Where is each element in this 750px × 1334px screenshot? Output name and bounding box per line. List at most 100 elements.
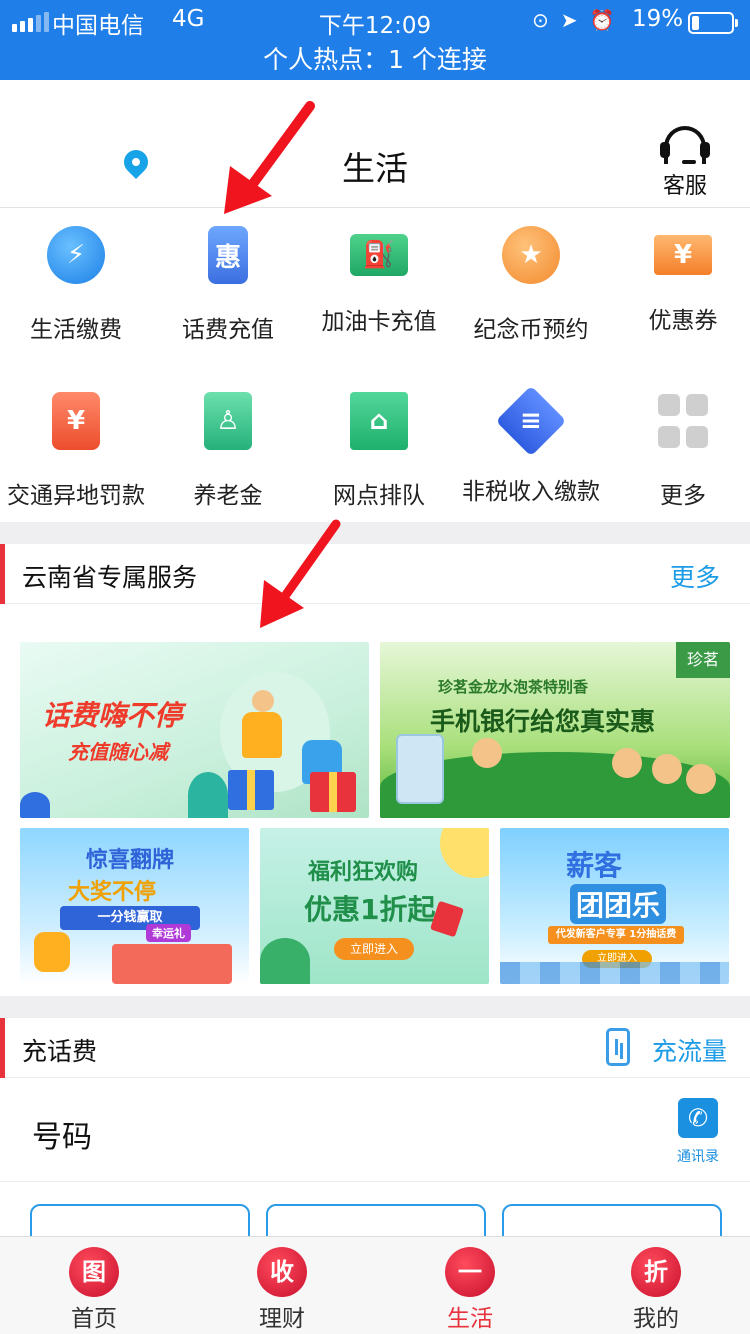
section-title: 云南省专属服务 [22,563,198,592]
sun-decoration [440,828,489,878]
service-traffic-fine[interactable]: ¥ 交通异地罚款 [0,392,152,510]
service-label: 生活缴费 [30,317,122,343]
banner-title: 薪客 [566,849,623,882]
recharge-section-header: 充话费 [0,1018,750,1078]
traffic-light-icon: ¥ [52,392,100,450]
banner-title: 手机银行给您真实惠 [430,707,656,736]
tab-home[interactable]: 图 首页 [34,1247,154,1333]
banner-phone-bill[interactable]: 话费嗨不停 充值随心减 [20,642,369,818]
person-figure [612,748,642,778]
gift-box [228,770,274,810]
tab-label: 生活 [447,1306,493,1332]
tab-mine[interactable]: 折 我的 [596,1247,716,1333]
service-more[interactable]: 更多 [607,392,750,510]
service-label: 非税收入缴款 [462,479,600,505]
enter-now-button[interactable]: 立即进入 [334,938,414,960]
customer-service-button[interactable]: 客服 [650,124,720,200]
tab-label: 理财 [259,1306,305,1332]
banner-title: 话费嗨不停 [42,699,183,732]
banner-badge: 幸运礼 [146,924,191,942]
service-coupons[interactable]: ¥ 优惠券 [607,226,750,335]
pension-icon: ♙ [204,392,252,450]
contacts-button[interactable]: ✆ 通讯录 [668,1098,728,1166]
customer-service-label: 客服 [662,174,707,199]
water-bottle [396,734,444,804]
person-figure [686,764,716,794]
status-bar: 中国电信 4G 下午12:09 ⊙ ➤ ⏰ 19% 个人热点：1 个连接 [0,0,750,80]
hotspot-banner[interactable]: 个人热点：1 个连接 [0,40,750,76]
service-phone-recharge[interactable]: 惠 话费充值 [152,226,304,344]
tab-label: 首页 [71,1306,117,1332]
headset-icon [660,124,710,164]
service-label: 话费充值 [182,317,274,343]
section-divider [0,996,750,1018]
home-icon: 图 [69,1247,119,1297]
person-figure [472,738,502,768]
service-non-tax-payment[interactable]: ≡ 非税收入缴款 [455,385,607,506]
annotation-arrow [224,101,315,214]
tax-icon: ≡ [495,385,567,457]
fuel-card-icon: ⛽ [350,234,408,276]
phone-coupon-icon: 惠 [208,226,248,284]
service-pension[interactable]: ♙ 养老金 [152,392,304,510]
banner-ribbon: 代发新客户专享 1分抽话费 [548,926,684,944]
banner-title-line2: 大奖不停 [68,880,157,905]
person-figure [34,932,70,972]
rotation-lock-icon: ⊙ [532,8,549,32]
person-figure [252,690,274,712]
service-branch-queue[interactable]: ⌂ 网点排队 [303,392,455,510]
star-coin-icon: ★ [502,226,560,284]
more-grid-icon [658,392,708,450]
province-section-header: 云南省专属服务 更多 [0,544,750,604]
gift-box [310,772,356,812]
contacts-label: 通讯录 [677,1149,719,1165]
tab-wealth[interactable]: 收 理财 [222,1247,342,1333]
lightning-icon: ⚡ [47,226,105,284]
banner-new-customer[interactable]: 薪客 团团乐 代发新客户专享 1分抽话费 立即进入 [500,828,729,984]
bank-branch-icon: ⌂ [350,392,408,450]
banner-title: 福利狂欢购 [308,860,419,885]
services-grid: ⚡ 生活缴费 惠 话费充值 ⛽ 加油卡充值 ★ 纪念币预约 ¥ 优惠券 ¥ 交通… [0,212,750,522]
banner-title: 惊喜翻牌 [86,848,175,873]
more-link[interactable]: 更多 [670,558,720,594]
banner-subtitle: 珍茗金龙水泡茶特别香 [438,678,589,696]
battery-icon [688,12,738,34]
brand-tag: 珍茗 [676,642,730,678]
service-label: 更多 [660,483,706,509]
person-figure [652,754,682,784]
banner-subtitle: 团团乐 [570,884,667,924]
leaf-decoration [188,772,228,818]
section-title[interactable]: 充话费 [22,1032,97,1068]
wave-decoration [500,962,729,984]
bottom-tab-bar: 图 首页 收 理财 一 生活 折 我的 [0,1236,750,1334]
tab-life[interactable]: 一 生活 [410,1247,530,1333]
leaf-decoration [260,938,310,984]
service-label: 养老金 [193,483,263,509]
life-icon: 一 [445,1247,495,1297]
banner-subtitle: 充值随心减 [68,740,168,764]
section-divider [0,522,750,544]
service-label: 纪念币预约 [473,317,589,343]
leaf-decoration [20,792,50,818]
phone-number-row[interactable]: 号码 ✆ 通讯录 [0,1078,750,1182]
wealth-icon: 收 [257,1247,307,1297]
coupon-icon: ¥ [654,235,712,275]
service-commemorative-coin[interactable]: ★ 纪念币预约 [455,226,607,344]
data-recharge-link[interactable]: 充流量 [652,1032,727,1068]
service-label: 网点排队 [333,483,425,509]
phone-handset-icon: ✆ [678,1098,718,1138]
banner-shopping-festival[interactable]: 福利狂欢购 优惠1折起 立即进入 [260,828,489,984]
tab-label: 我的 [633,1306,679,1332]
banner-subtitle: 优惠1折起 [304,893,436,926]
banner-card-flip[interactable]: 惊喜翻牌 大奖不停 一分钱赢取 幸运礼 [20,828,249,984]
service-bill-payment[interactable]: ⚡ 生活缴费 [0,226,152,344]
prize-box [112,944,232,984]
battery-level [692,16,699,30]
profile-icon: 折 [631,1247,681,1297]
service-label: 加油卡充值 [321,309,437,335]
service-fuel-card[interactable]: ⛽ 加油卡充值 [303,226,455,336]
page-header: 生活 客服 [0,80,750,208]
mobile-data-icon[interactable] [606,1028,630,1066]
alarm-icon: ⏰ [589,8,615,32]
banner-mobile-banking[interactable]: 珍茗 珍茗金龙水泡茶特别香 手机银行给您真实惠 [380,642,730,818]
